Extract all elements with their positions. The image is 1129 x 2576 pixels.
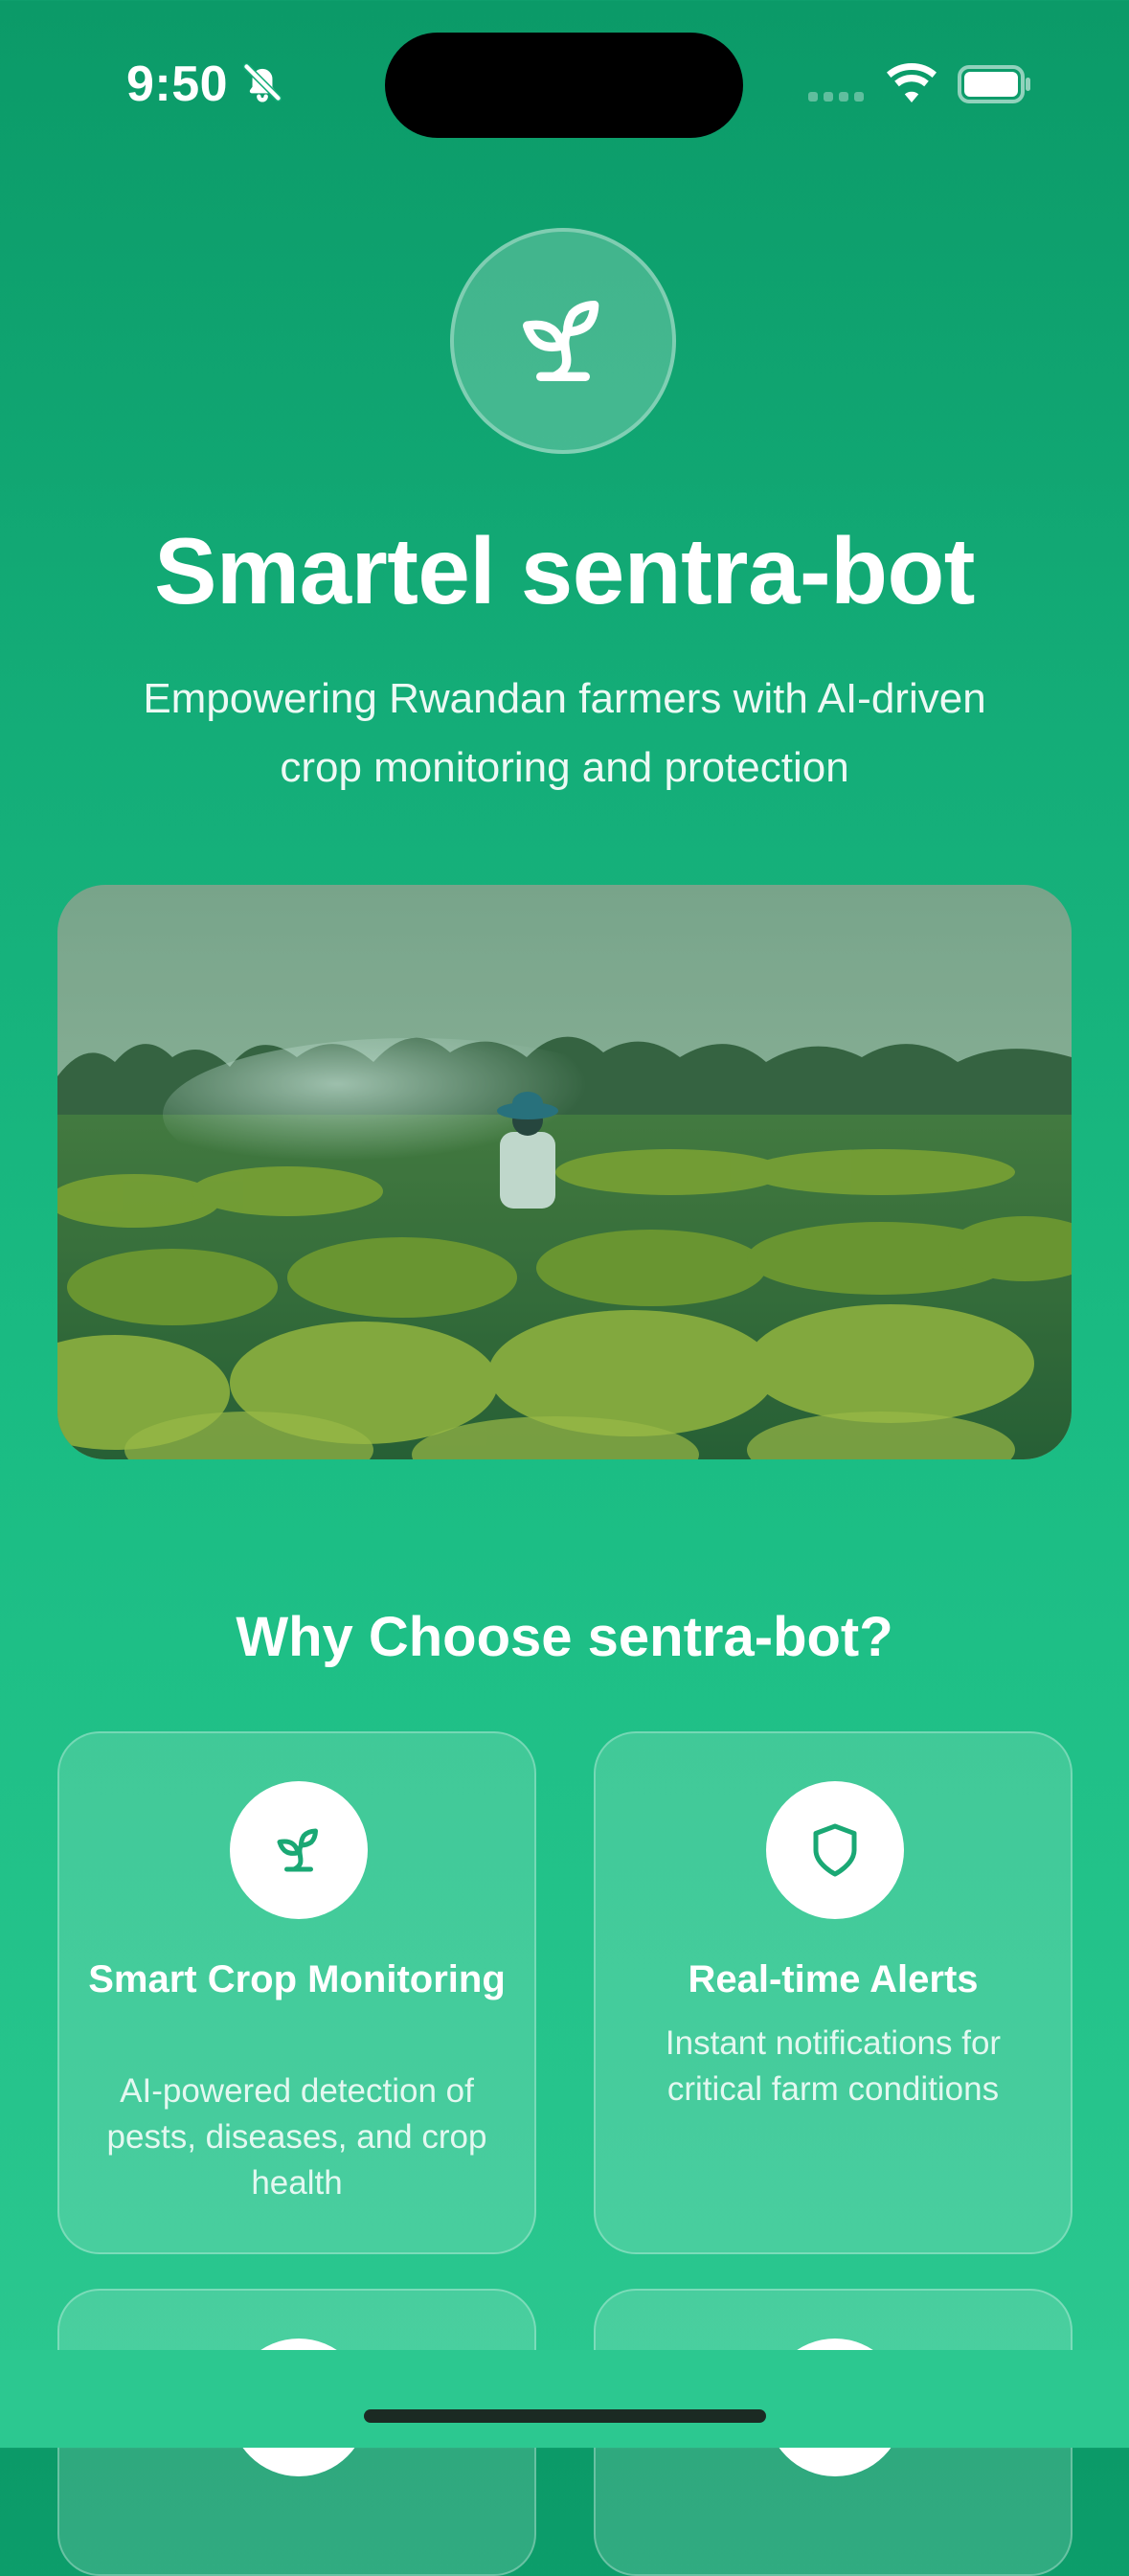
sprout-icon bbox=[277, 1828, 318, 1872]
home-indicator[interactable] bbox=[364, 2409, 766, 2423]
feature-card-real-time-alerts: Real-time Alerts Instant notifications f… bbox=[594, 1731, 1073, 2254]
status-bar: 9:50 bbox=[0, 0, 1129, 172]
feature-description: AI-powered detection of pests, diseases,… bbox=[106, 2072, 487, 2202]
feature-title: Real-time Alerts bbox=[688, 1958, 979, 2000]
dynamic-island bbox=[385, 33, 743, 138]
cellular-signal-icon bbox=[808, 92, 868, 102]
battery-icon bbox=[958, 65, 1030, 103]
bottom-safe-area bbox=[0, 2350, 1129, 2448]
bell-slash-icon bbox=[242, 62, 282, 102]
status-time: 9:50 bbox=[126, 56, 229, 112]
feature-title: Smart Crop Monitoring bbox=[88, 1958, 506, 2000]
feature-icon-badge bbox=[230, 1781, 368, 1919]
app-subtitle: Empowering Rwandan farmers with AI-drive… bbox=[143, 675, 986, 791]
sprout-icon bbox=[523, 301, 599, 382]
feature-card-smart-crop-monitoring: Smart Crop Monitoring AI-powered detecti… bbox=[57, 1731, 536, 2254]
shield-icon bbox=[813, 1823, 857, 1877]
features-heading: Why Choose sentra-bot? bbox=[236, 1606, 893, 1668]
app-title: Smartel sentra-bot bbox=[154, 518, 975, 623]
wifi-icon bbox=[887, 63, 937, 102]
feature-description: Instant notifications for critical farm … bbox=[665, 2024, 1002, 2108]
farm-field-image bbox=[57, 885, 1072, 1459]
app-logo bbox=[450, 228, 676, 454]
feature-icon-badge bbox=[766, 1781, 904, 1919]
